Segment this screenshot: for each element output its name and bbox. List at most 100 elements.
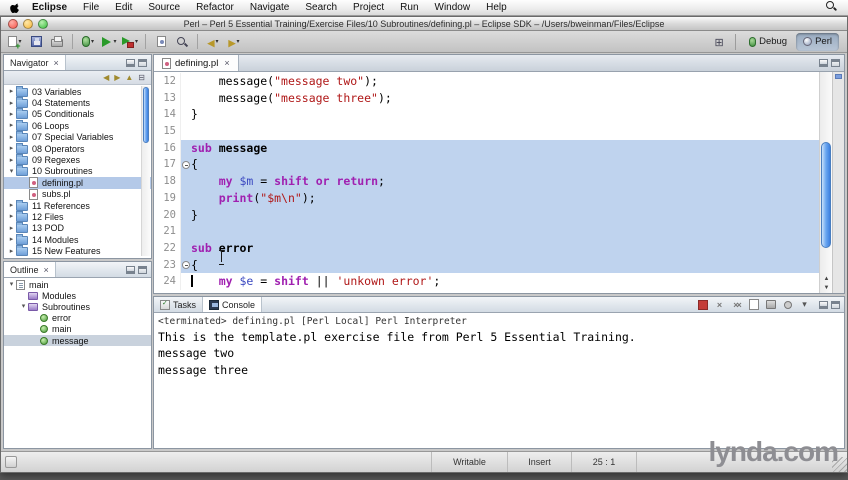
navigator-item-04-statements[interactable]: ▸ 04 Statements (4, 97, 151, 109)
menu-help[interactable]: Help (478, 0, 515, 15)
scrollbar-thumb[interactable] (821, 142, 831, 248)
menu-run[interactable]: Run (392, 0, 426, 15)
forward-button[interactable]: ▾ (224, 32, 244, 52)
menu-file[interactable]: File (75, 0, 107, 15)
navigator-item-03-variables[interactable]: ▸ 03 Variables (4, 85, 151, 97)
remove-launch-icon[interactable] (713, 298, 726, 311)
disclosure-triangle-icon[interactable]: ▸ (7, 122, 16, 129)
disclosure-triangle-icon[interactable]: ▸ (7, 248, 16, 255)
fold-collapse-icon[interactable] (182, 260, 190, 269)
menu-window[interactable]: Window (427, 0, 479, 15)
code-line-21[interactable]: 21 (154, 223, 819, 240)
maximize-view-button[interactable] (831, 300, 840, 309)
disclosure-triangle-icon[interactable]: ▸ (7, 134, 16, 141)
spotlight-search-icon[interactable] (825, 0, 838, 13)
navigator-item-defining-pl[interactable]: defining.pl (4, 177, 151, 189)
console-tab-console[interactable]: Console (203, 297, 263, 312)
remove-all-launches-icon[interactable] (730, 298, 743, 311)
apple-menu[interactable] (10, 2, 20, 14)
disclosure-triangle-icon[interactable]: ▾ (7, 281, 16, 288)
pin-console-icon[interactable] (781, 298, 794, 311)
navigator-item-08-operators[interactable]: ▸ 08 Operators (4, 142, 151, 154)
collapse-all-icon[interactable]: ⊟ (138, 73, 145, 82)
navigator-tab[interactable]: Navigator × (4, 55, 66, 70)
navigator-item-05-conditionals[interactable]: ▸ 05 Conditionals (4, 108, 151, 120)
clear-console-icon[interactable] (747, 298, 760, 311)
open-console-icon[interactable] (798, 298, 811, 311)
disclosure-triangle-icon[interactable]: ▸ (7, 157, 16, 164)
editor-scrollbar[interactable]: ▲ ▼ (819, 72, 832, 293)
menu-project[interactable]: Project (345, 0, 392, 15)
disclosure-triangle-icon[interactable]: ▸ (7, 88, 16, 95)
navigator-item-10-subroutines[interactable]: ▾ 10 Subroutines (4, 165, 151, 177)
external-tools-button[interactable]: ▾ (120, 32, 140, 52)
print-button[interactable] (47, 32, 67, 52)
minimize-view-button[interactable] (819, 300, 828, 309)
minimize-view-button[interactable] (819, 59, 828, 67)
code-line-17[interactable]: 17 { (154, 156, 819, 174)
disclosure-triangle-icon[interactable]: ▸ (7, 202, 16, 209)
outline-item-modules[interactable]: Modules (4, 290, 151, 301)
code-line-23[interactable]: 23 { (154, 256, 819, 274)
disclosure-triangle-icon[interactable]: ▸ (7, 225, 16, 232)
maximize-view-button[interactable] (831, 59, 840, 67)
disclosure-triangle-icon[interactable]: ▾ (7, 168, 16, 175)
close-view-icon[interactable]: × (44, 265, 49, 275)
title-bar[interactable]: Perl – Perl 5 Essential Training/Exercis… (1, 17, 847, 31)
menu-navigate[interactable]: Navigate (242, 0, 297, 15)
minimize-window-button[interactable] (23, 19, 33, 29)
disclosure-triangle-icon[interactable]: ▸ (7, 236, 16, 243)
code-line-15[interactable]: 15 (154, 123, 819, 140)
close-editor-icon[interactable]: × (224, 58, 229, 68)
new-button[interactable]: ▾ (5, 32, 25, 52)
outline-item-error[interactable]: error (4, 313, 151, 324)
perspective-perl[interactable]: Perl (796, 32, 839, 51)
outline-tab[interactable]: Outline × (4, 262, 56, 277)
save-button[interactable] (26, 32, 46, 52)
perspective-debug[interactable]: Debug (742, 33, 794, 51)
menu-search[interactable]: Search (297, 0, 345, 15)
new-perl-file-button[interactable] (151, 32, 171, 52)
menu-refactor[interactable]: Refactor (188, 0, 242, 15)
maximize-view-button[interactable] (138, 58, 147, 67)
minimize-view-button[interactable] (126, 58, 135, 67)
debug-button[interactable]: ▾ (78, 32, 98, 52)
outline-item-subroutines[interactable]: ▾ Subroutines (4, 301, 151, 312)
outline-item-main[interactable]: main (4, 324, 151, 335)
zoom-window-button[interactable] (38, 19, 48, 29)
navigator-item-15-new-features[interactable]: ▸ 15 New Features (4, 245, 151, 257)
code-line-24[interactable]: 24 my $e = shift || 'unkown error'; (154, 273, 819, 290)
disclosure-triangle-icon[interactable]: ▾ (19, 303, 28, 310)
back-icon[interactable]: ◀ (103, 73, 109, 82)
navigator-item-subs-pl[interactable]: subs.pl (4, 188, 151, 200)
navigator-item-13-pod[interactable]: ▸ 13 POD (4, 222, 151, 234)
navigator-item-09-regexes[interactable]: ▸ 09 Regexes (4, 154, 151, 166)
outline-item-message[interactable]: message (4, 334, 151, 347)
menu-edit[interactable]: Edit (107, 0, 140, 15)
disclosure-triangle-icon[interactable]: ▸ (7, 145, 16, 152)
search-button[interactable] (172, 32, 192, 52)
run-button[interactable]: ▾ (99, 32, 119, 52)
code-line-19[interactable]: 19 print("$m\n"); (154, 189, 819, 207)
code-line-12[interactable]: 12 message("message two"); (154, 73, 819, 90)
code-line-16[interactable]: 16 sub message (154, 139, 819, 157)
outline-item-main[interactable]: ▾ main (4, 279, 151, 290)
disclosure-triangle-icon[interactable]: ▸ (7, 111, 16, 118)
console-tab-tasks[interactable]: Tasks (154, 297, 204, 312)
menu-eclipse[interactable]: Eclipse (24, 0, 75, 15)
fold-collapse-icon[interactable] (182, 160, 190, 169)
navigator-item-14-modules[interactable]: ▸ 14 Modules (4, 233, 151, 245)
code-area[interactable]: 12 message("message two"); 13 message("me… (154, 72, 844, 293)
navigator-item-06-loops[interactable]: ▸ 06 Loops (4, 119, 151, 131)
menu-source[interactable]: Source (140, 0, 188, 15)
minimize-view-button[interactable] (126, 265, 135, 274)
navigator-scrollbar[interactable] (141, 86, 150, 256)
scrollbar-thumb[interactable] (143, 87, 149, 143)
disclosure-triangle-icon[interactable]: ▸ (7, 213, 16, 220)
disclosure-triangle-icon[interactable]: ▸ (7, 100, 16, 107)
open-perspective-button[interactable] (709, 32, 729, 52)
navigator-item-07-special-variables[interactable]: ▸ 07 Special Variables (4, 131, 151, 143)
code-line-13[interactable]: 13 message("message three"); (154, 89, 819, 107)
code-line-20[interactable]: 20} (154, 206, 819, 224)
code-line-14[interactable]: 14} (154, 106, 819, 124)
